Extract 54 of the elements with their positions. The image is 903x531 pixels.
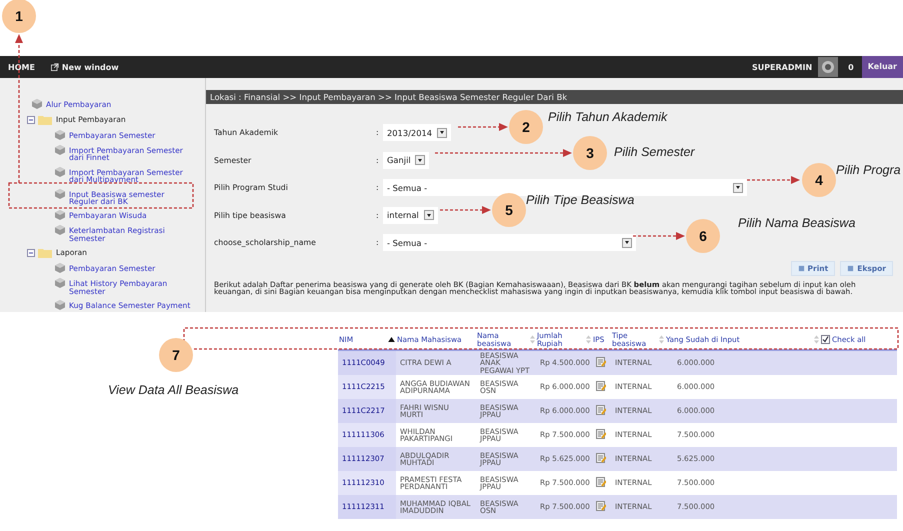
checkbox[interactable]: [821, 335, 830, 344]
cube-icon: [55, 263, 65, 274]
cube-icon: [55, 300, 65, 310]
square-icon: [798, 264, 804, 272]
edit-note-icon[interactable]: [596, 357, 606, 368]
step-number: 1: [2, 0, 36, 33]
dropdown[interactable]: 2013/2014: [383, 124, 451, 142]
cube-icon: [55, 130, 65, 140]
cube-icon: [55, 166, 65, 177]
dropdown[interactable]: internal: [383, 206, 438, 224]
square-icon: [847, 264, 854, 272]
sort-ascending-icon[interactable]: [388, 337, 395, 342]
edit-note-icon[interactable]: [596, 381, 606, 392]
cube-icon: [55, 225, 65, 236]
notification-count[interactable]: 0: [848, 62, 854, 72]
arrow: [747, 176, 800, 184]
cube-icon: [32, 99, 42, 109]
collapse-icon[interactable]: [27, 249, 35, 258]
step-caption: Pilih Nama Beasiswa: [738, 216, 856, 230]
dropdown[interactable]: Ganjil: [383, 152, 429, 169]
collapse-icon[interactable]: [27, 116, 35, 124]
folder-icon: [38, 248, 52, 258]
new-window-link[interactable]: New window: [62, 62, 119, 72]
cube-icon: [55, 145, 65, 155]
cube-icon: [55, 188, 65, 199]
user-name: SUPERADMIN: [752, 62, 812, 72]
home-link[interactable]: HOME: [8, 62, 35, 72]
new-window-icon[interactable]: [50, 63, 59, 71]
edit-note-icon[interactable]: [596, 501, 606, 512]
step-caption: Pilih Progra: [836, 163, 901, 177]
caret-icon: [415, 155, 425, 166]
caret-icon: [437, 128, 447, 138]
step-caption: View Data All Beasiswa: [108, 383, 239, 397]
dropdown[interactable]: - Semua -: [383, 234, 636, 252]
step-caption: Pilih Semester: [614, 145, 695, 159]
caret-icon: [424, 210, 434, 220]
cube-icon: [55, 278, 65, 288]
step-caption: Pilih Tahun Akademik: [548, 110, 668, 124]
logout-button[interactable]: Keluar: [862, 56, 903, 78]
cube-icon: [55, 210, 65, 220]
edit-note-icon[interactable]: [596, 429, 606, 440]
step-number: 7: [159, 338, 193, 372]
breadcrumb: Lokasi : Finansial >> Input Pembayaran >> Input Beasiswa Semester Reguler Dari Bk: [206, 90, 903, 104]
arrow: [458, 123, 508, 131]
avatar-icon[interactable]: [818, 57, 838, 77]
arrow: [440, 206, 491, 214]
edit-note-icon[interactable]: [596, 405, 606, 416]
caret-icon: [622, 238, 632, 248]
caret-icon: [733, 182, 743, 193]
edit-note-icon[interactable]: [596, 477, 606, 488]
arrow: [633, 232, 685, 240]
dropdown[interactable]: - Semua -: [383, 179, 747, 196]
edit-note-icon[interactable]: [596, 453, 606, 464]
folder-icon: [38, 115, 52, 125]
